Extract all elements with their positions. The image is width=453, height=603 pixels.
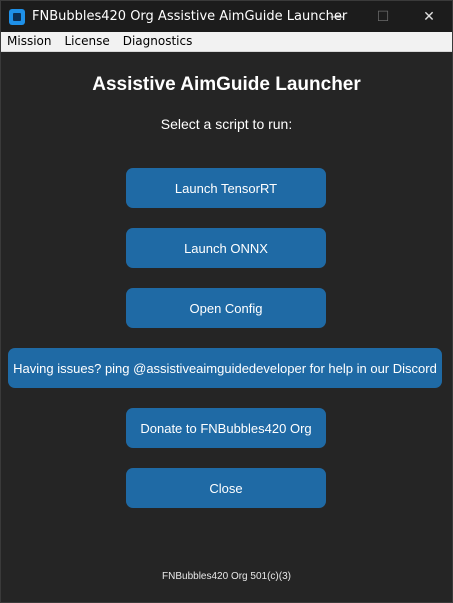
- title-bar[interactable]: FNBubbles420 Org Assistive AimGuide Laun…: [1, 1, 452, 32]
- close-icon: ✕: [423, 8, 435, 25]
- page-title: Assistive AimGuide Launcher: [92, 74, 361, 95]
- menu-license[interactable]: License: [58, 32, 116, 51]
- main-content: Assistive AimGuide Launcher Select a scr…: [1, 52, 452, 602]
- menu-bar: Mission License Diagnostics: [1, 32, 452, 52]
- menu-diagnostics[interactable]: Diagnostics: [117, 32, 200, 51]
- minimize-button[interactable]: —: [314, 1, 360, 32]
- maximize-button[interactable]: ☐: [360, 1, 406, 32]
- minimize-icon: —: [330, 8, 344, 25]
- app-window: FNBubbles420 Org Assistive AimGuide Laun…: [0, 0, 453, 603]
- footer-text: FNBubbles420 Org 501(c)(3): [162, 571, 291, 582]
- window-title: FNBubbles420 Org Assistive AimGuide Laun…: [32, 9, 348, 24]
- menu-mission[interactable]: Mission: [1, 32, 58, 51]
- page-subtitle: Select a script to run:: [160, 116, 293, 132]
- window-controls: — ☐ ✕: [314, 1, 452, 32]
- launch-tensorrt-button[interactable]: Launch TensorRT: [126, 168, 326, 208]
- close-window-button[interactable]: ✕: [406, 1, 452, 32]
- open-config-button[interactable]: Open Config: [126, 288, 326, 328]
- donate-button[interactable]: Donate to FNBubbles420 Org: [126, 408, 326, 448]
- launch-onnx-button[interactable]: Launch ONNX: [126, 228, 326, 268]
- app-icon: [9, 8, 25, 25]
- maximize-icon: ☐: [376, 8, 390, 25]
- close-button[interactable]: Close: [126, 468, 326, 508]
- help-discord-button[interactable]: Having issues? ping @assistiveaimguidede…: [8, 348, 442, 388]
